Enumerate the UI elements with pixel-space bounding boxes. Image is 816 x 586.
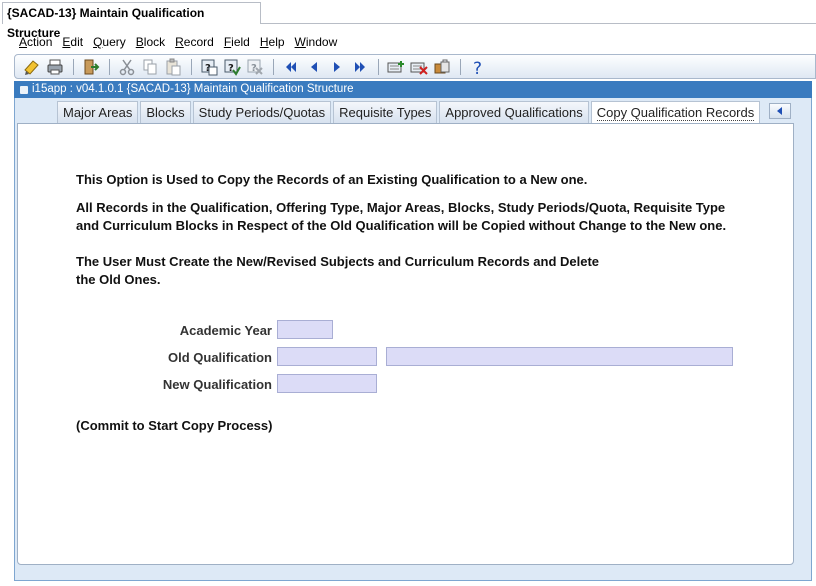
info-text-line1: All Records in the Qualification, Offeri… [76, 200, 726, 215]
print-icon[interactable] [44, 57, 66, 77]
new-qualification-field[interactable] [277, 374, 377, 393]
info-text-line2: and Curriculum Blocks in Respect of the … [76, 218, 727, 233]
window-tab-divider [261, 23, 816, 24]
academic-year-label: Academic Year [179, 323, 272, 338]
commit-note: (Commit to Start Copy Process) [76, 418, 273, 433]
tab-copy-qualification-records[interactable]: Copy Qualification Records [590, 101, 761, 124]
tab-approved-qualifications[interactable]: Approved Qualifications [439, 101, 589, 123]
toolbar: ? ? ? ? [14, 54, 816, 79]
execute-query-icon[interactable]: ? [221, 57, 243, 77]
menu-window[interactable]: Window [290, 33, 343, 51]
toolbar-separator [73, 58, 74, 75]
academic-year-field[interactable] [277, 320, 333, 339]
last-record-icon[interactable] [349, 57, 371, 77]
tab-strip: Major Areas Blocks Study Periods/Quotas … [57, 101, 762, 124]
first-record-icon[interactable] [280, 57, 302, 77]
next-record-icon[interactable] [326, 57, 348, 77]
copy-icon[interactable] [139, 57, 161, 77]
window-tab[interactable]: {SACAD-13} Maintain Qualification Struct… [2, 2, 261, 40]
menu-help[interactable]: Help [255, 33, 290, 51]
tab-blocks[interactable]: Blocks [140, 101, 191, 123]
svg-text:?: ? [473, 59, 482, 76]
tab-scroll-left-icon[interactable] [769, 103, 791, 119]
form-title-bar: i15app : v04.1.0.1 {SACAD-13} Maintain Q… [14, 81, 812, 98]
tab-major-areas[interactable]: Major Areas [57, 101, 139, 123]
form-icon [20, 85, 28, 94]
menu-bar: Action Edit Query Block Record Field Hel… [14, 33, 342, 51]
delete-record-icon[interactable] [408, 57, 430, 77]
save-icon[interactable] [21, 57, 43, 77]
toolbar-separator [273, 58, 274, 75]
enter-query-icon[interactable]: ? [198, 57, 220, 77]
toolbar-separator [109, 58, 110, 75]
insert-record-icon[interactable] [385, 57, 407, 77]
form-title: i15app : v04.1.0.1 {SACAD-13} Maintain Q… [32, 83, 354, 95]
new-qualification-label: New Qualification [162, 377, 272, 392]
tab-study-periods-quotas[interactable]: Study Periods/Quotas [192, 101, 332, 123]
tab-requisite-types[interactable]: Requisite Types [333, 101, 438, 123]
paste-icon[interactable] [162, 57, 184, 77]
exit-icon[interactable] [80, 57, 102, 77]
menu-action[interactable]: Action [14, 33, 57, 51]
intro-text: This Option is Used to Copy the Records … [76, 172, 588, 187]
toolbar-separator [460, 58, 461, 75]
note-text-line2: the Old Ones. [76, 272, 161, 287]
menu-field[interactable]: Field [219, 33, 255, 51]
cut-icon[interactable] [116, 57, 138, 77]
old-qualification-field[interactable] [277, 347, 377, 366]
previous-record-icon[interactable] [303, 57, 325, 77]
cancel-query-icon[interactable]: ? [244, 57, 266, 77]
lock-record-icon[interactable] [431, 57, 453, 77]
menu-record[interactable]: Record [170, 33, 219, 51]
menu-edit[interactable]: Edit [57, 33, 88, 51]
help-icon[interactable]: ? [467, 57, 489, 77]
toolbar-separator [378, 58, 379, 75]
svg-text:?: ? [228, 63, 234, 74]
toolbar-separator [191, 58, 192, 75]
old-qualification-label: Old Qualification [167, 350, 272, 365]
old-qualification-description-field[interactable] [386, 347, 733, 366]
note-text-line1: The User Must Create the New/Revised Sub… [76, 254, 600, 269]
menu-block[interactable]: Block [131, 33, 170, 51]
menu-query[interactable]: Query [88, 33, 131, 51]
copy-records-panel: This Option is Used to Copy the Records … [17, 123, 794, 565]
